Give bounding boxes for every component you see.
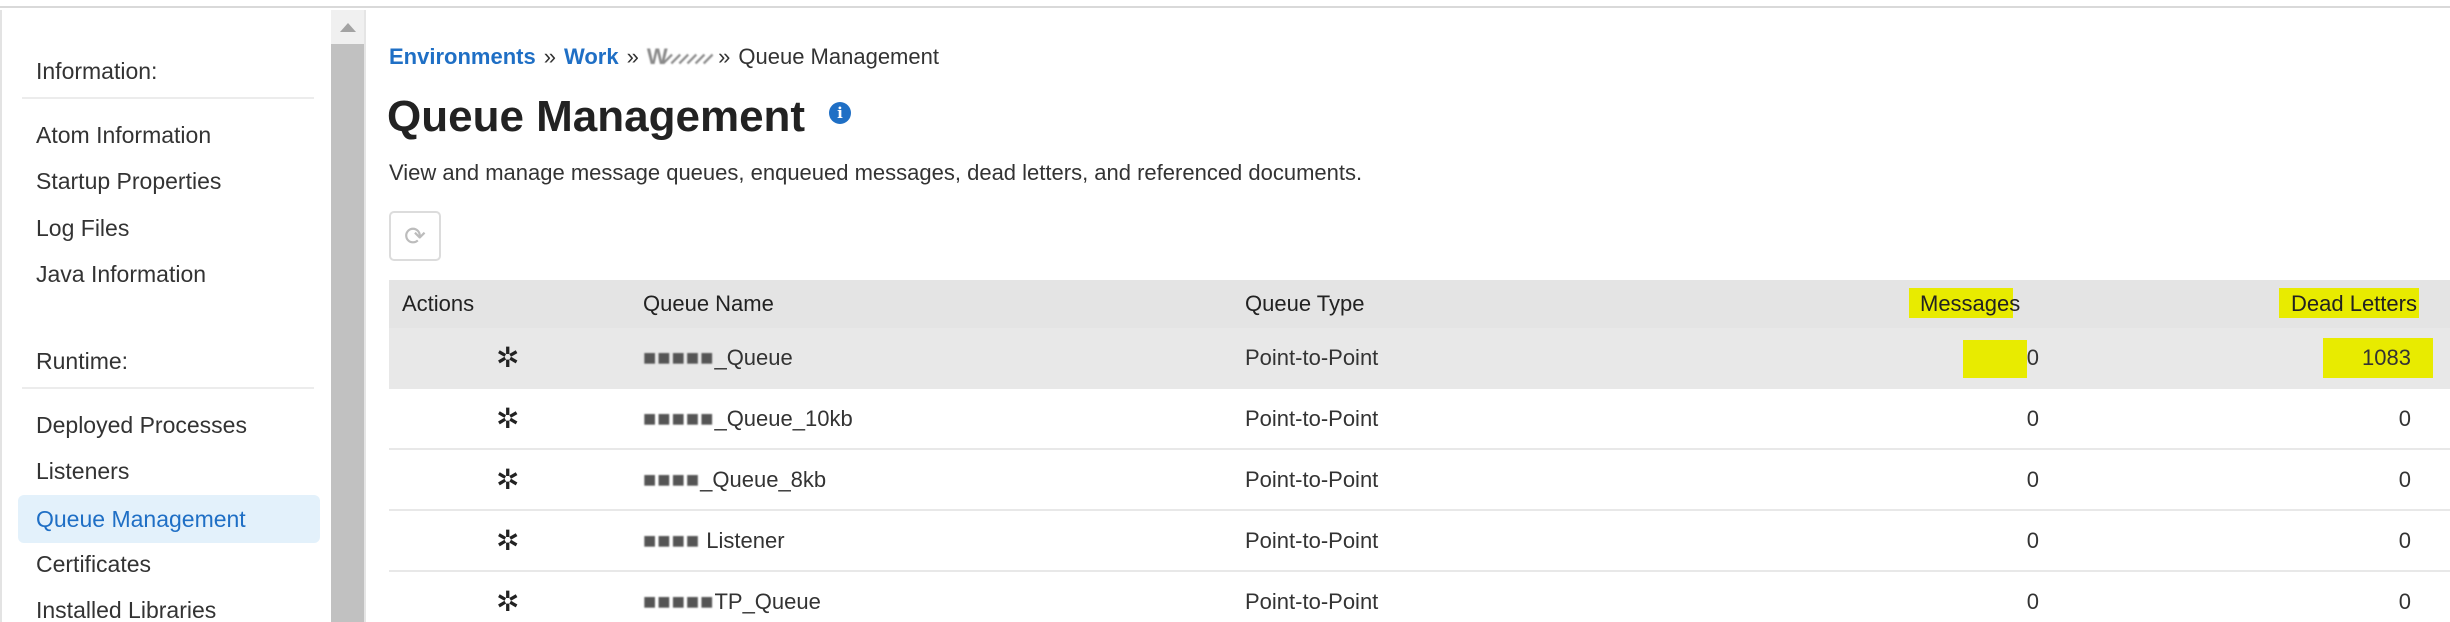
queue-name-suffix: _Queue_10kb xyxy=(714,406,853,431)
messages-count: 0 xyxy=(2026,589,2039,614)
dead-letters-count: 0 xyxy=(2398,528,2411,553)
table-header: Actions Queue Name Queue Type Messages D… xyxy=(389,280,2450,328)
dead-letters-count: 0 xyxy=(2398,467,2411,492)
sidebar-item-listeners[interactable]: Listeners xyxy=(36,458,129,485)
breadcrumb-separator: » xyxy=(543,44,556,69)
window-top-border xyxy=(0,0,2450,8)
sidebar-item-certificates[interactable]: Certificates xyxy=(36,551,151,578)
obscured-text: ■■■■ xyxy=(643,467,701,492)
sidebar-item-deployed-processes[interactable]: Deployed Processes xyxy=(36,412,247,439)
refresh-button[interactable]: ⟳ xyxy=(389,211,441,261)
messages-count: 0 xyxy=(2026,345,2039,370)
table-row[interactable]: ✲ ■■■■■_Queue Point-to-Point 0 1083 xyxy=(389,328,2450,389)
sidebar-item-log-files[interactable]: Log Files xyxy=(36,215,129,242)
sidebar-item-startup-properties[interactable]: Startup Properties xyxy=(36,168,221,195)
sidebar-item-installed-libraries[interactable]: Installed Libraries xyxy=(36,597,216,622)
gear-icon[interactable]: ✲ xyxy=(496,450,519,509)
queue-name-suffix: TP_Queue xyxy=(714,589,821,614)
queue-name: ■■■■ Listener xyxy=(643,511,785,570)
sidebar-heading-information: Information: xyxy=(36,58,158,84)
column-header-queue-type[interactable]: Queue Type xyxy=(1245,280,1364,328)
obscured-text: ■■■■■ xyxy=(643,406,715,431)
messages-count: 0 xyxy=(2026,467,2039,492)
queue-name: ■■■■_Queue_8kb xyxy=(643,450,826,509)
page-title: Queue Management xyxy=(387,92,806,141)
queue-type: Point-to-Point xyxy=(1245,467,1379,492)
messages-count: 0 xyxy=(2026,528,2039,553)
gear-icon[interactable]: ✲ xyxy=(496,572,519,622)
sidebar-item-queue-management[interactable]: Queue Management xyxy=(18,495,320,543)
gear-icon[interactable]: ✲ xyxy=(496,511,519,570)
sidebar-divider xyxy=(22,97,314,99)
sidebar-heading-runtime: Runtime: xyxy=(36,348,129,374)
content-divider xyxy=(364,10,366,622)
table-row[interactable]: ✲ ■■■■ Listener Point-to-Point 0 0 xyxy=(389,511,2450,572)
chevron-up-icon xyxy=(339,22,356,32)
breadcrumb-environments[interactable]: Environments xyxy=(389,44,536,69)
queue-name-suffix: _Queue xyxy=(714,345,793,370)
gear-icon[interactable]: ✲ xyxy=(496,389,519,448)
queue-name-suffix: _Queue_8kb xyxy=(700,467,827,492)
sidebar-divider xyxy=(22,387,314,389)
scroll-up-button[interactable] xyxy=(331,10,364,44)
breadcrumb-work[interactable]: Work xyxy=(564,44,619,69)
table-row[interactable]: ✲ ■■■■■TP_Queue Point-to-Point 0 0 xyxy=(389,572,2450,622)
breadcrumb-obscured-item[interactable]: W̷ ̷ ̷ ̷ ̷ ̷ xyxy=(647,44,710,69)
queue-name: ■■■■■_Queue xyxy=(643,328,793,387)
breadcrumb-separator: » xyxy=(626,44,639,69)
messages-count: 0 xyxy=(2026,406,2039,431)
queue-name: ■■■■■_Queue_10kb xyxy=(643,389,853,448)
obscured-text: ■■■■■ xyxy=(643,345,715,370)
column-header-messages[interactable]: Messages xyxy=(1920,280,2020,328)
column-header-queue-name[interactable]: Queue Name xyxy=(643,280,774,328)
obscured-text: ■■■■■ xyxy=(643,589,715,614)
sidebar-item-atom-information[interactable]: Atom Information xyxy=(36,122,211,149)
sidebar-item-java-information[interactable]: Java Information xyxy=(36,261,206,288)
obscured-text: ■■■■ xyxy=(643,528,701,553)
queue-type: Point-to-Point xyxy=(1245,589,1379,614)
gear-icon[interactable]: ✲ xyxy=(496,328,519,387)
table-row[interactable]: ✲ ■■■■_Queue_8kb Point-to-Point 0 0 xyxy=(389,450,2450,511)
queue-name-suffix: Listener xyxy=(700,528,785,553)
dead-letters-count[interactable]: 1083 xyxy=(2349,328,2411,387)
refresh-icon: ⟳ xyxy=(404,220,426,251)
dead-letters-count: 0 xyxy=(2398,589,2411,614)
breadcrumb-current: Queue Management xyxy=(738,44,939,69)
page-description: View and manage message queues, enqueued… xyxy=(389,160,1363,185)
column-header-actions: Actions xyxy=(402,291,475,316)
breadcrumb: Environments » Work » W̷ ̷ ̷ ̷ ̷ ̷ » Queue Man… xyxy=(389,44,939,70)
queue-type: Point-to-Point xyxy=(1245,528,1379,553)
dead-letters-count: 0 xyxy=(2398,406,2411,431)
info-icon[interactable]: i xyxy=(829,102,851,124)
sidebar-scrollbar[interactable] xyxy=(331,10,364,622)
column-header-dead-letters[interactable]: Dead Letters xyxy=(2291,280,2417,328)
sidebar: Information: Atom Information Startup Pr… xyxy=(0,10,330,622)
queue-name: ■■■■■TP_Queue xyxy=(643,572,821,622)
queue-type: Point-to-Point xyxy=(1245,406,1379,431)
table-row[interactable]: ✲ ■■■■■_Queue_10kb Point-to-Point 0 0 xyxy=(389,389,2450,450)
breadcrumb-separator: » xyxy=(718,44,731,69)
table-body: ✲ ■■■■■_Queue Point-to-Point 0 1083 ✲ ■■… xyxy=(389,328,2450,622)
queue-table: Actions Queue Name Queue Type Messages D… xyxy=(389,280,2450,622)
queue-type: Point-to-Point xyxy=(1245,345,1379,370)
